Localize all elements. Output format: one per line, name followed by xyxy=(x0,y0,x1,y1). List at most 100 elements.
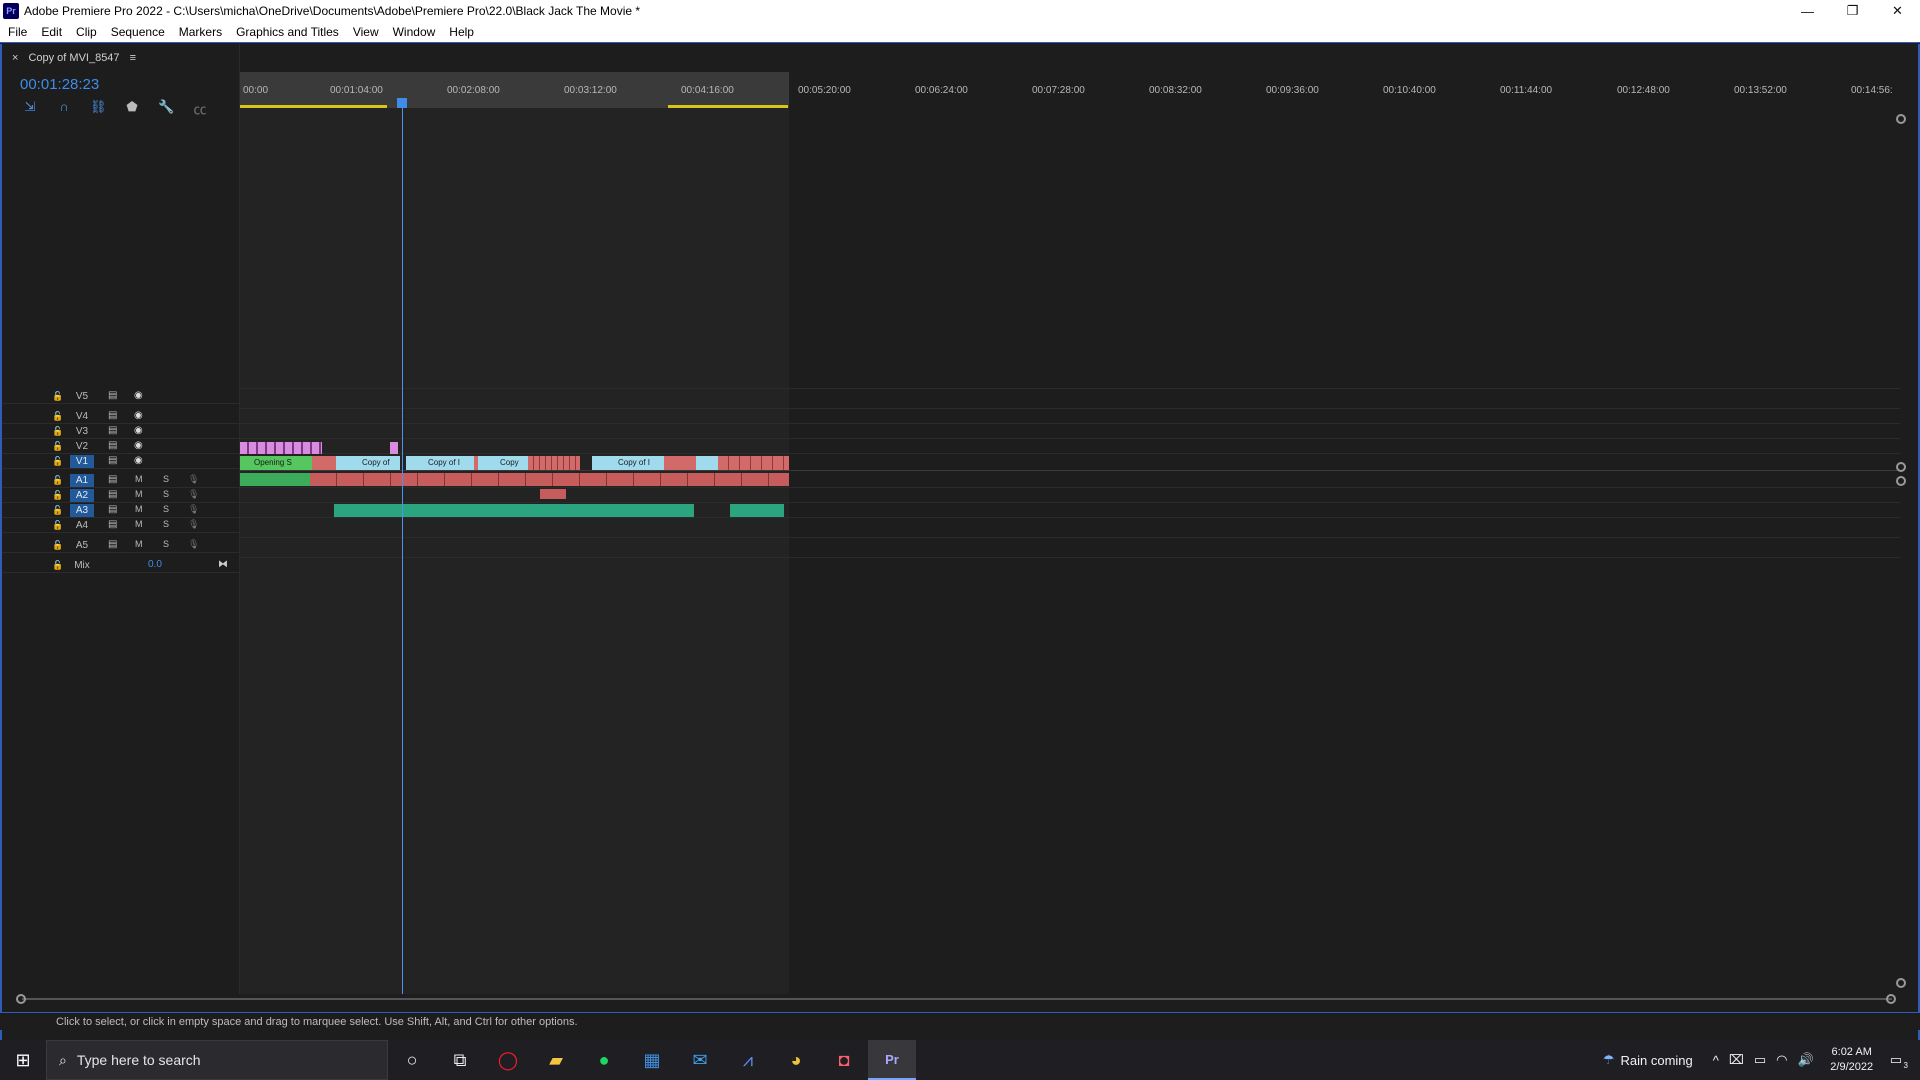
a1-clip-group[interactable] xyxy=(310,473,789,486)
a3-clip[interactable] xyxy=(730,504,784,517)
a1-clip[interactable] xyxy=(240,473,310,486)
spotify-icon[interactable]: ● xyxy=(580,1040,628,1080)
mute-button[interactable]: M xyxy=(135,474,143,484)
a2-clip[interactable] xyxy=(540,489,566,499)
track-name[interactable]: A2 xyxy=(70,489,94,502)
v2-clip-group[interactable] xyxy=(240,442,322,454)
vertical-scroll-knob[interactable] xyxy=(1896,978,1906,988)
lock-icon[interactable]: 🔓 xyxy=(52,540,63,551)
menu-help[interactable]: Help xyxy=(449,25,474,39)
track-name[interactable]: A1 xyxy=(70,474,94,487)
marker-icon[interactable]: ⬟ xyxy=(124,99,140,118)
mute-button[interactable]: M xyxy=(135,519,143,529)
solo-button[interactable]: S xyxy=(163,504,169,514)
menu-view[interactable]: View xyxy=(353,25,379,39)
lock-icon[interactable]: 🔓 xyxy=(52,441,63,452)
time-ruler[interactable]: 00:00 00:01:04:00 00:02:08:00 00:03:12:0… xyxy=(240,72,1900,108)
microsoft-store-icon[interactable]: ▦ xyxy=(628,1040,676,1080)
mail-icon[interactable]: ✉ xyxy=(676,1040,724,1080)
lock-icon[interactable]: 🔓 xyxy=(52,490,63,501)
captions-icon[interactable]: ㏄ xyxy=(192,99,208,118)
menu-edit[interactable]: Edit xyxy=(41,25,62,39)
eye-icon[interactable]: ◉ xyxy=(134,410,143,421)
menu-sequence[interactable]: Sequence xyxy=(111,25,165,39)
timeline-tracks[interactable]: Opening S Copy of Copy of I Copy Copy of… xyxy=(240,108,1906,994)
menu-file[interactable]: File xyxy=(8,25,27,39)
premiere-taskbar-icon[interactable]: Pr xyxy=(868,1040,916,1080)
eye-icon[interactable]: ◉ xyxy=(134,390,143,401)
meet-now-icon[interactable]: ⌧ xyxy=(1729,1052,1744,1068)
scroll-left-knob[interactable] xyxy=(16,994,26,1004)
solo-button[interactable]: S xyxy=(163,489,169,499)
scroll-track[interactable] xyxy=(22,998,1892,1000)
playhead-line[interactable] xyxy=(402,108,403,994)
sequence-tab[interactable]: × Copy of MVI_8547 ≡ xyxy=(12,52,136,64)
mute-button[interactable]: M xyxy=(135,489,143,499)
close-button[interactable]: ✕ xyxy=(1875,0,1920,22)
track-name[interactable]: A4 xyxy=(70,519,94,532)
eye-icon[interactable]: ◉ xyxy=(134,425,143,436)
track-name[interactable]: V4 xyxy=(70,410,94,423)
lock-icon[interactable]: 🔓 xyxy=(52,505,63,516)
creative-cloud-icon[interactable]: ◘ xyxy=(820,1040,868,1080)
scroll-right-knob[interactable] xyxy=(1886,994,1896,1004)
sync-lock-icon[interactable]: ▤ xyxy=(108,474,117,485)
battery-icon[interactable]: ▭ xyxy=(1754,1052,1766,1068)
solo-button[interactable]: S xyxy=(163,539,169,549)
notification-icon[interactable]: ▭ 3 xyxy=(1890,1052,1908,1070)
lock-icon[interactable]: 🔓 xyxy=(52,411,63,422)
v1-clip[interactable]: Copy xyxy=(478,456,528,470)
linked-selection-icon[interactable]: ⛓ xyxy=(90,99,107,118)
close-tab-icon[interactable]: × xyxy=(12,52,18,64)
windows-start-icon[interactable]: ⊞ xyxy=(0,1040,46,1080)
mute-button[interactable]: M xyxy=(135,504,143,514)
task-view-icon[interactable]: ⧉ xyxy=(436,1040,484,1080)
sync-lock-icon[interactable]: ▤ xyxy=(108,390,117,401)
v1-clip-group[interactable] xyxy=(528,456,580,470)
wifi-icon[interactable]: ◠ xyxy=(1776,1052,1787,1068)
horizontal-scrollbar[interactable] xyxy=(16,994,1896,1004)
mic-icon[interactable]: 🎙 xyxy=(188,539,199,550)
taskbar-search-box[interactable]: ⌕ Type here to search xyxy=(46,1040,388,1080)
visual-studio-icon[interactable]: ⩘ xyxy=(724,1040,772,1080)
weather-text[interactable]: Rain coming xyxy=(1621,1053,1693,1068)
mic-icon[interactable]: 🎙 xyxy=(188,474,199,485)
track-name[interactable]: V3 xyxy=(70,425,94,438)
sync-lock-icon[interactable]: ▤ xyxy=(108,504,117,515)
sync-lock-icon[interactable]: ▤ xyxy=(108,519,117,530)
solo-button[interactable]: S xyxy=(163,519,169,529)
sync-lock-icon[interactable]: ▤ xyxy=(108,410,117,421)
v2-clip[interactable] xyxy=(390,442,398,454)
v1-clip[interactable] xyxy=(664,456,696,470)
snap-icon[interactable]: ∩ xyxy=(56,99,72,118)
taskbar-clock[interactable]: 6:02 AM 2/9/2022 xyxy=(1822,1045,1882,1075)
v1-clip[interactable]: Copy of I xyxy=(406,456,474,470)
playhead-handle[interactable] xyxy=(397,98,407,108)
panel-menu-icon[interactable]: ≡ xyxy=(130,52,136,64)
vertical-scroll-knob[interactable] xyxy=(1896,114,1906,124)
lock-icon[interactable]: 🔓 xyxy=(52,426,63,437)
wrench-icon[interactable]: 🔧 xyxy=(158,99,174,118)
vertical-scroll-knob[interactable] xyxy=(1896,462,1906,472)
menu-clip[interactable]: Clip xyxy=(76,25,97,39)
track-name[interactable]: A3 xyxy=(70,504,94,517)
menu-markers[interactable]: Markers xyxy=(179,25,222,39)
mic-icon[interactable]: 🎙 xyxy=(188,519,199,530)
chevron-up-icon[interactable]: ^ xyxy=(1713,1053,1719,1068)
opera-icon[interactable]: ◯ xyxy=(484,1040,532,1080)
mute-button[interactable]: M xyxy=(135,539,143,549)
mic-icon[interactable]: 🎙 xyxy=(188,489,199,500)
sync-lock-icon[interactable]: ▤ xyxy=(108,455,117,466)
lock-icon[interactable]: 🔓 xyxy=(52,560,63,571)
sync-lock-icon[interactable]: ▤ xyxy=(108,489,117,500)
minimize-button[interactable]: — xyxy=(1785,0,1830,22)
volume-icon[interactable]: 🔊 xyxy=(1798,1052,1814,1068)
lock-icon[interactable]: 🔓 xyxy=(52,520,63,531)
sync-lock-icon[interactable]: ▤ xyxy=(108,440,117,451)
playhead-timecode[interactable]: 00:01:28:23 xyxy=(20,76,99,93)
v1-clip[interactable]: Opening S xyxy=(240,456,312,470)
eye-icon[interactable]: ◉ xyxy=(134,455,143,466)
v1-clip[interactable] xyxy=(312,456,336,470)
track-name[interactable]: V2 xyxy=(70,440,94,453)
eye-icon[interactable]: ◉ xyxy=(134,440,143,451)
